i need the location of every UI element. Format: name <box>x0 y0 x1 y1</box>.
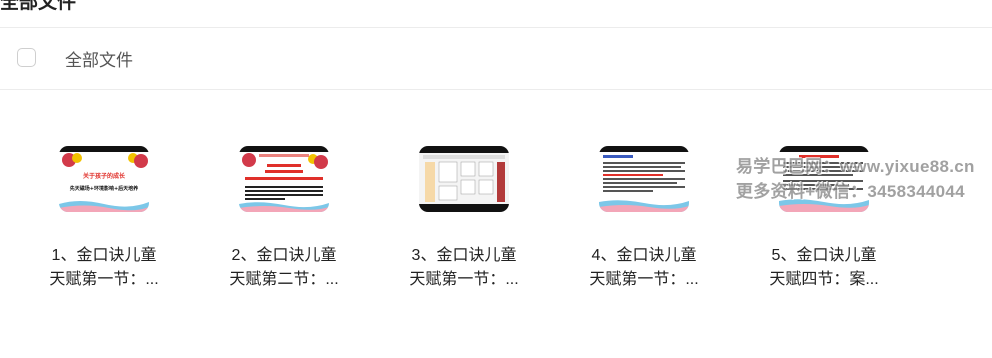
file-thumbnail <box>599 146 689 212</box>
watermark-line-1: 易学巴巴网：www.yixue88.cn <box>736 157 975 176</box>
file-thumbnail: 关于孩子的成长 先天磁场+环境影响+后天培养 <box>59 146 149 212</box>
select-all-label: 全部文件 <box>65 51 133 70</box>
file-name-line-1: 2、金口诀儿童 <box>231 247 337 264</box>
file-name: 4、金口诀儿童 天赋第一节：... <box>569 244 719 292</box>
file-toolbar: 全部文件 <box>0 28 992 89</box>
watermark-line-2: 更多资料+微信：3458344044 <box>736 182 965 201</box>
file-name: 5、金口诀儿童 天赋四节：案... <box>749 244 899 292</box>
watermark: 易学巴巴网：www.yixue88.cn 更多资料+微信：3458344044 <box>736 154 975 204</box>
select-all-checkbox[interactable] <box>17 48 36 67</box>
divider <box>0 89 992 90</box>
file-name-line-1: 5、金口诀儿童 <box>771 247 877 264</box>
file-name: 3、金口诀儿童 天赋第一节：... <box>389 244 539 292</box>
file-name-line-2: 天赋第二节：... <box>229 271 339 288</box>
thumb-title: 关于孩子的成长 <box>83 172 126 180</box>
file-name: 1、金口诀儿童 天赋第一节：... <box>29 244 179 292</box>
file-name-line-2: 天赋第一节：... <box>49 271 159 288</box>
file-name: 2、金口诀儿童 天赋第二节：... <box>209 244 359 292</box>
file-thumbnail <box>419 146 509 212</box>
file-name-line-2: 天赋第一节：... <box>409 271 519 288</box>
file-name-line-1: 1、金口诀儿童 <box>51 247 157 264</box>
file-name-line-1: 3、金口诀儿童 <box>411 247 517 264</box>
page-title: 全部文件 <box>0 0 77 13</box>
file-browser: 全部文件 全部文件 关于孩子的成长 先天磁场+环境影响+后天培养 1、金口诀儿童… <box>0 0 992 358</box>
file-thumbnail <box>239 146 329 212</box>
file-name-line-2: 天赋第一节：... <box>589 271 699 288</box>
file-name-line-2: 天赋四节：案... <box>769 271 879 288</box>
thumb-subtitle: 先天磁场+环境影响+后天培养 <box>70 185 138 192</box>
file-name-line-1: 4、金口诀儿童 <box>591 247 697 264</box>
